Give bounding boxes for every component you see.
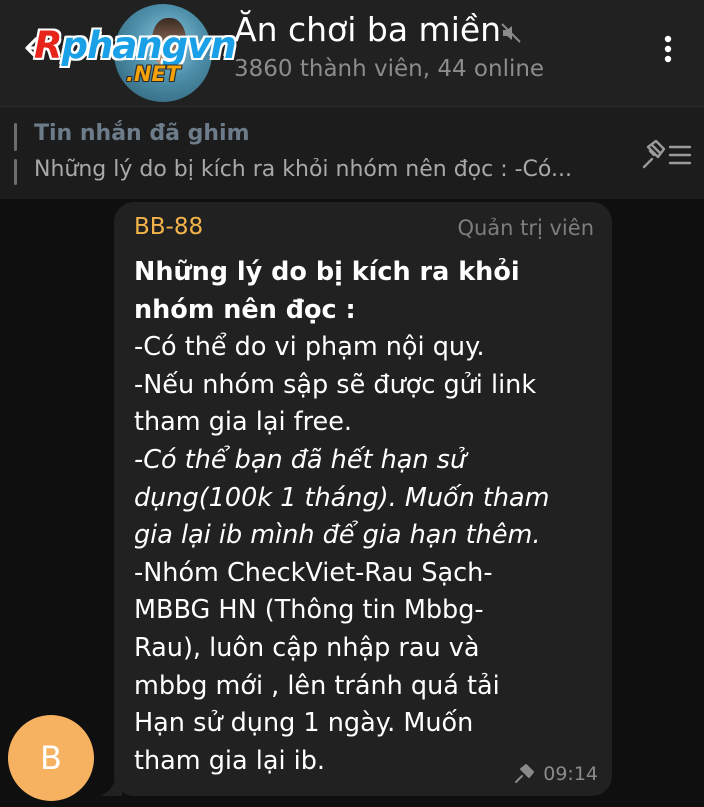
message-line: dụng(100k 1 tháng). Muốn tham: [134, 482, 550, 513]
message-text: Những lý do bị kích ra khỏi nhóm nên đọc…: [134, 254, 604, 780]
message-line: Rau), luôn cập nhập rau và: [134, 632, 480, 663]
pinned-indicator-top: [14, 123, 17, 151]
pinned-message-bar[interactable]: Tin nhắn đã ghim Những lý do bị kích ra …: [0, 106, 704, 199]
message-line: nhóm nên đọc :: [134, 294, 356, 325]
message-line: tham gia lại free.: [134, 407, 353, 438]
message-line: Hạn sử dụng 1 ngày. Muốn: [134, 708, 474, 739]
pinned-indicator-bottom: [14, 159, 17, 185]
message-line: -Nếu nhóm sập sẽ được gửi link: [134, 369, 537, 400]
chat-header: Rphangvn .NET Ăn chơi ba miền 3860 thành…: [0, 0, 704, 106]
logo-main-text: Rphangvn: [34, 24, 237, 67]
mute-icon: [501, 23, 521, 43]
avatar-initial: B: [40, 739, 62, 777]
site-logo: Rphangvn .NET: [34, 24, 254, 92]
sender-name[interactable]: BB-88: [134, 214, 203, 240]
pin-list-icon[interactable]: [638, 137, 694, 173]
message-line: gia lại ib mình để gia hạn thêm.: [134, 520, 541, 551]
message-bubble[interactable]: BB-88 Quản trị viên Những lý do bị kích …: [114, 202, 612, 796]
pinned-preview: Những lý do bị kích ra khỏi nhóm nên đọc…: [34, 157, 572, 182]
member-count: 3860 thành viên, 44 online: [234, 56, 545, 82]
admin-badge: Quản trị viên: [457, 216, 594, 240]
message-line: mbbg mới , lên tránh quá tải: [134, 670, 500, 701]
message-line: MBBG HN (Thông tin Mbbg-: [134, 595, 484, 626]
sender-avatar[interactable]: B: [8, 715, 94, 801]
pin-icon: [515, 764, 535, 783]
logo-sub-text: .NET: [126, 62, 181, 86]
message-meta: 09:14: [513, 762, 598, 786]
message-time: 09:14: [543, 763, 598, 785]
message-line: Những lý do bị kích ra khỏi: [134, 257, 520, 287]
group-title[interactable]: Ăn chơi ba miền: [234, 10, 501, 49]
message-line: -Nhóm CheckViet-Rau Sạch-: [134, 557, 493, 588]
message-line: -Có thể bạn đã hết hạn sử: [134, 444, 467, 475]
pinned-title: Tin nhắn đã ghim: [34, 121, 250, 146]
message-line: -Có thể do vi phạm nội quy.: [134, 332, 485, 363]
more-vertical-icon[interactable]: [656, 32, 680, 72]
